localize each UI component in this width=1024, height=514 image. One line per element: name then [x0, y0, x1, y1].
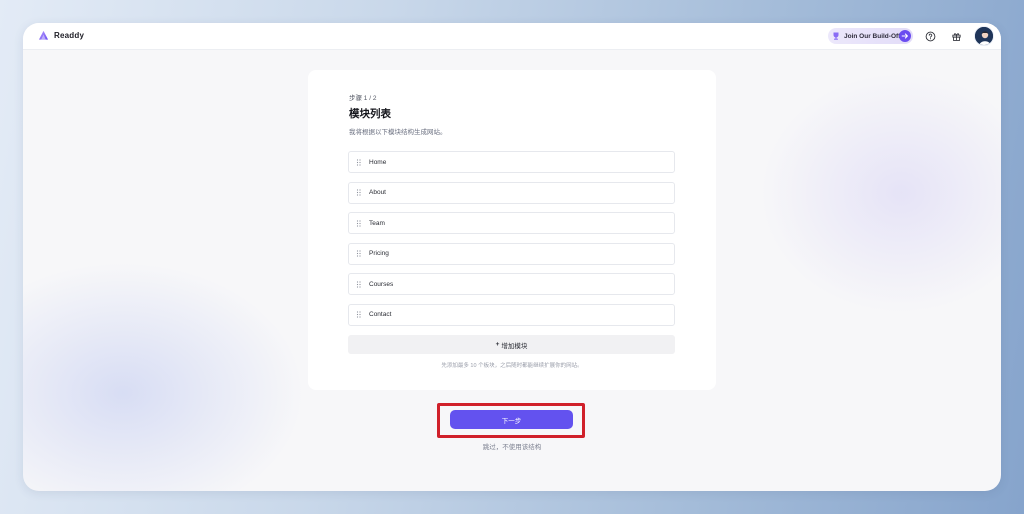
page-description: 我将根据以下模块结构生成网站。 — [349, 129, 447, 136]
module-item[interactable]: Courses — [348, 273, 675, 295]
module-list-card: 步骤 1 / 2 模块列表 我将根据以下模块结构生成网站。 Home About — [308, 70, 716, 390]
plus-icon: + — [495, 341, 500, 348]
page-title: 模块列表 — [349, 108, 391, 120]
module-label: Team — [369, 219, 385, 227]
drag-handle-icon[interactable] — [356, 219, 362, 227]
gift-icon[interactable] — [951, 31, 962, 42]
module-item[interactable]: Contact — [348, 303, 675, 326]
top-navigation-bar: Readdy Join Our Build-Off — [23, 23, 1001, 50]
drag-handle-icon[interactable] — [356, 250, 362, 257]
module-label: Home — [369, 158, 387, 166]
drag-handle-icon[interactable] — [356, 311, 362, 318]
add-module-button[interactable]: + 增加模块 — [348, 335, 675, 354]
module-item[interactable]: Team — [348, 212, 675, 234]
user-avatar-icon — [975, 27, 993, 45]
user-avatar[interactable] — [974, 26, 994, 46]
arrow-right-icon — [899, 30, 911, 42]
app-name: Readdy — [54, 31, 85, 40]
annotation-highlight-box — [437, 403, 585, 438]
join-build-off-button[interactable]: Join Our Build-Off — [828, 28, 913, 44]
module-label: Courses — [369, 280, 394, 288]
module-item[interactable]: Pricing — [348, 242, 675, 265]
drag-handle-icon[interactable] — [356, 158, 362, 166]
module-label: About — [369, 189, 386, 196]
readdy-logo-icon — [38, 30, 49, 40]
step-indicator: 步骤 1 / 2 — [349, 95, 377, 102]
help-icon[interactable] — [925, 31, 936, 42]
module-item[interactable]: About — [348, 181, 675, 204]
module-list: Home About Team Pricing Courses Contact — [348, 151, 675, 334]
module-limit-hint: 先添加最多 10 个板块，之后随时都能继续扩展你的网站。 — [441, 363, 583, 369]
trophy-icon — [833, 32, 839, 40]
add-module-label: 增加模块 — [501, 342, 528, 350]
skip-structure-link[interactable]: 跳过，不使用该结构 — [23, 441, 1001, 451]
module-label: Contact — [369, 311, 392, 318]
app-window: Readdy Join Our Build-Off 步骤 1 / 2 模块列表 … — [23, 23, 1001, 491]
drag-handle-icon[interactable] — [356, 189, 362, 196]
drag-handle-icon[interactable] — [356, 280, 362, 288]
module-item[interactable]: Home — [348, 151, 675, 173]
logo[interactable]: Readdy — [38, 30, 84, 41]
module-label: Pricing — [369, 250, 389, 257]
build-off-label: Join Our Build-Off — [844, 32, 901, 40]
